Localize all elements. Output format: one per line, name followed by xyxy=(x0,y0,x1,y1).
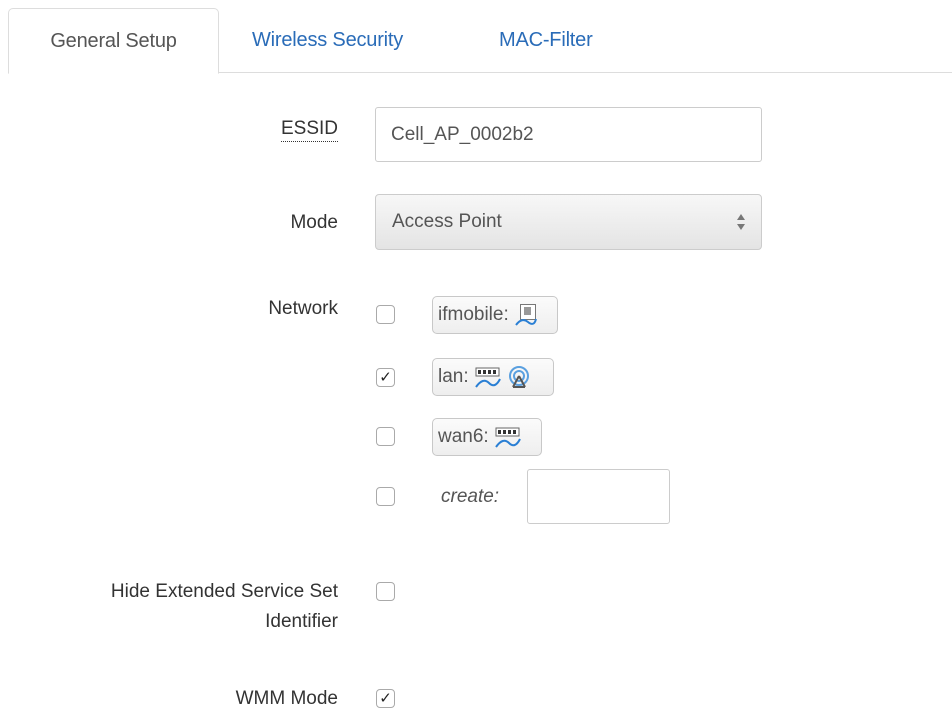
network-wan6-checkbox[interactable] xyxy=(376,427,395,446)
network-create-label: create: xyxy=(441,486,500,507)
network-ifmobile-checkbox[interactable] xyxy=(376,305,395,324)
mode-select[interactable]: Access Point xyxy=(375,194,762,250)
tab-wireless-security[interactable]: Wireless Security xyxy=(252,8,403,73)
ethernet-port-icon xyxy=(474,367,501,388)
mode-label: Mode xyxy=(290,212,338,233)
mode-select-value: Access Point xyxy=(392,211,502,232)
ethernet-port-icon xyxy=(494,427,521,448)
network-ifmobile-badge[interactable]: ifmobile: xyxy=(432,296,558,334)
network-ifmobile-name: ifmobile: xyxy=(438,304,509,325)
network-wan6-name: wan6: xyxy=(438,426,489,447)
wmm-mode-checkbox[interactable]: ✓ xyxy=(376,689,395,708)
network-label: Network xyxy=(268,298,338,319)
network-create-input[interactable] xyxy=(527,469,670,524)
mobile-interface-icon xyxy=(514,304,537,326)
network-wan6-badge[interactable]: wan6: xyxy=(432,418,542,456)
hide-essid-label: Hide Extended Service Set Identifier xyxy=(111,577,338,637)
network-lan-name: lan: xyxy=(438,366,469,387)
essid-input[interactable]: Cell_AP_0002b2 xyxy=(375,107,762,162)
hide-essid-label-line1: Hide Extended Service Set xyxy=(110,581,338,602)
hide-essid-label-line2: Identifier xyxy=(265,611,338,632)
tab-general-setup[interactable]: General Setup xyxy=(8,8,219,74)
tab-bar: General Setup Wireless Security MAC-Filt… xyxy=(8,0,952,74)
wireless-config-page: General Setup Wireless Security MAC-Filt… xyxy=(0,0,952,710)
network-lan-badge[interactable]: lan: xyxy=(432,358,554,396)
wmm-mode-label: WMM Mode xyxy=(235,688,338,709)
network-create-checkbox[interactable] xyxy=(376,487,395,506)
network-lan-checkbox[interactable]: ✓ xyxy=(376,368,395,387)
tab-mac-filter[interactable]: MAC-Filter xyxy=(499,8,593,73)
hide-essid-checkbox[interactable] xyxy=(376,582,395,601)
essid-label: ESSID xyxy=(280,118,338,142)
wifi-antenna-icon xyxy=(508,366,529,388)
select-arrows-icon xyxy=(737,214,745,230)
